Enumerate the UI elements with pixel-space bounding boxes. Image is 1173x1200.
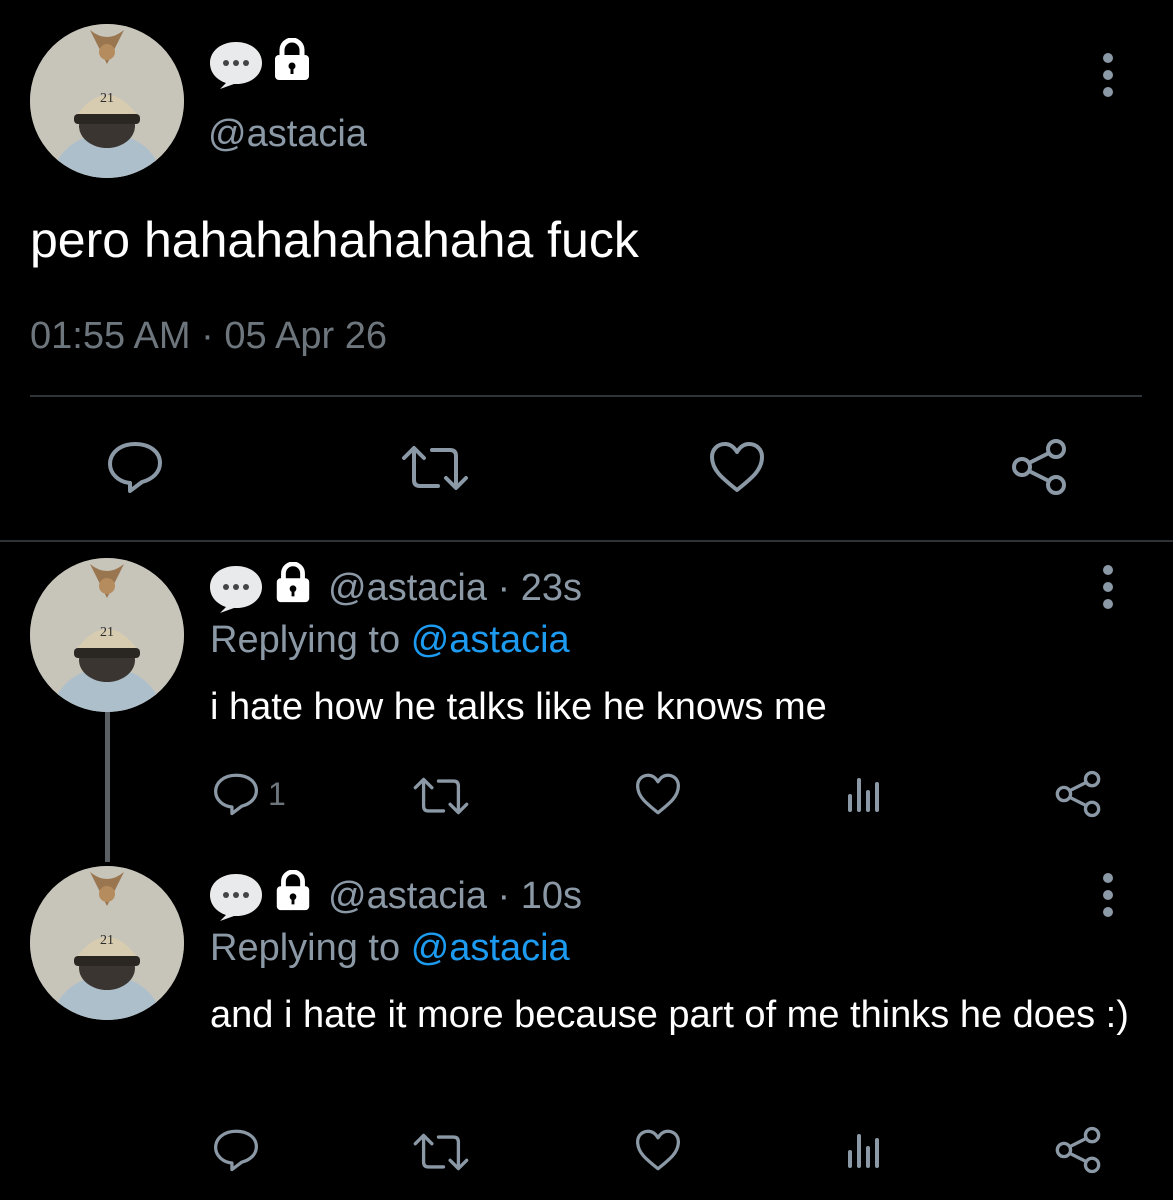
meta-separator: · <box>497 567 511 609</box>
share-icon[interactable] <box>1054 1126 1102 1174</box>
lock-icon <box>272 562 314 604</box>
timestamp-separator: · <box>201 315 214 357</box>
post-age[interactable]: 23s <box>521 567 582 609</box>
share-icon[interactable] <box>1010 438 1068 496</box>
more-options-icon[interactable] <box>1096 564 1120 610</box>
tweet-text: pero hahahahahahaha fuck <box>30 212 639 268</box>
lock-icon <box>270 38 314 82</box>
reply-icon[interactable] <box>106 440 164 494</box>
analytics-icon[interactable] <box>846 1130 882 1170</box>
username-handle[interactable]: @astacia <box>328 875 487 917</box>
tweet-time: 01:55 AM <box>30 315 191 357</box>
retweet-icon[interactable] <box>412 1132 470 1172</box>
chat-bubble-icon <box>208 564 264 614</box>
more-options-icon[interactable] <box>1096 872 1120 918</box>
reply-icon[interactable] <box>212 772 260 816</box>
mention-link[interactable]: @astacia <box>411 619 570 661</box>
tweet-date: 05 Apr 26 <box>224 315 388 357</box>
section-divider <box>0 540 1173 542</box>
retweet-icon[interactable] <box>400 444 470 492</box>
post-age[interactable]: 10s <box>521 875 582 917</box>
more-options-icon[interactable] <box>1096 52 1120 98</box>
lock-icon <box>272 870 314 912</box>
divider <box>30 395 1142 397</box>
mention-link[interactable]: @astacia <box>411 927 570 969</box>
meta-separator: · <box>497 875 511 917</box>
like-icon[interactable] <box>708 440 766 494</box>
share-icon[interactable] <box>1054 770 1102 818</box>
reply-text: and i hate it more because part of me th… <box>210 994 1129 1036</box>
like-icon[interactable] <box>634 772 682 816</box>
svg-text:21: 21 <box>100 933 114 948</box>
avatar[interactable]: 21 <box>30 558 184 712</box>
svg-text:21: 21 <box>100 91 114 106</box>
thread-connector <box>105 712 110 862</box>
reply-header: @astacia · 23s <box>328 566 582 610</box>
avatar[interactable]: 21 <box>30 866 184 1020</box>
replying-to-label: Replying to <box>210 619 401 661</box>
replying-to-label: Replying to <box>210 927 401 969</box>
tweet-timestamp[interactable]: 01:55 AM · 05 Apr 26 <box>30 312 387 360</box>
avatar[interactable]: 21 <box>30 24 184 178</box>
retweet-icon[interactable] <box>412 776 470 816</box>
chat-bubble-icon <box>208 872 264 922</box>
reply-count: 1 <box>268 776 286 812</box>
reply-text: i hate how he talks like he knows me <box>210 686 827 728</box>
replying-to: Replying to @astacia <box>210 618 570 662</box>
username-handle[interactable]: @astacia <box>328 567 487 609</box>
chat-bubble-icon <box>208 40 264 90</box>
reply-header: @astacia · 10s <box>328 874 582 918</box>
username-handle[interactable]: @astacia <box>208 112 367 156</box>
analytics-icon[interactable] <box>846 774 882 814</box>
like-icon[interactable] <box>634 1128 682 1172</box>
replying-to: Replying to @astacia <box>210 926 570 970</box>
reply-icon[interactable] <box>212 1128 260 1172</box>
svg-text:21: 21 <box>100 625 114 640</box>
